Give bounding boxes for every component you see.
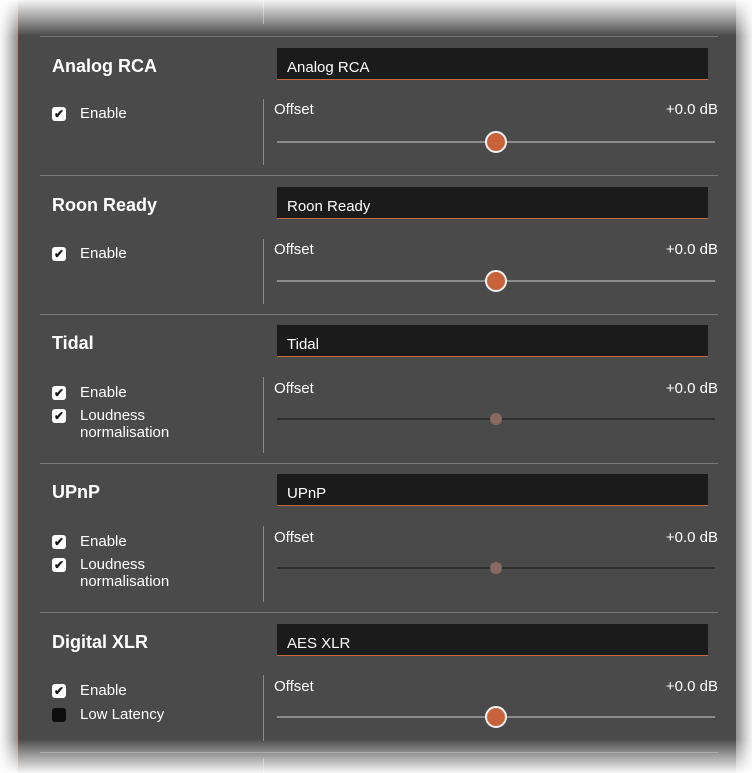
column-separator xyxy=(263,675,264,741)
section-title: UPnP xyxy=(52,482,101,502)
checkbox-label: Enable xyxy=(80,245,127,262)
offset-label: Offset xyxy=(274,101,314,118)
checkbox-label: Enable xyxy=(80,384,127,401)
name-input[interactable] xyxy=(277,474,708,506)
checkbox-label: Loudness normalisation xyxy=(80,556,170,590)
column-separator xyxy=(263,99,264,165)
column-separator xyxy=(263,758,264,773)
checkbox-checked-icon[interactable]: ✔ xyxy=(52,684,66,698)
column-separator xyxy=(263,0,264,24)
section-title: Tidal xyxy=(52,333,94,353)
offset-slider-thumb[interactable] xyxy=(485,706,507,728)
name-input[interactable] xyxy=(277,624,708,656)
offset-label: Offset xyxy=(274,529,314,546)
offset-label: Offset xyxy=(274,380,314,397)
section-divider xyxy=(40,463,718,464)
section-divider xyxy=(40,314,718,315)
checkbox-label: Low Latency xyxy=(80,706,165,723)
column-separator xyxy=(263,526,264,602)
column-separator xyxy=(263,239,264,304)
checkbox-label: Loudness normalisation xyxy=(80,407,170,441)
section-divider xyxy=(40,36,718,37)
name-input[interactable] xyxy=(277,187,708,219)
checkbox-label: Enable xyxy=(80,105,127,122)
checkbox-checked-icon[interactable]: ✔ xyxy=(52,409,66,423)
section-divider xyxy=(40,175,718,176)
checkbox-label: Enable xyxy=(80,682,127,699)
offset-label: Offset xyxy=(274,678,314,695)
checkbox-checked-icon[interactable]: ✔ xyxy=(52,247,66,261)
column-separator xyxy=(263,377,264,453)
name-input[interactable] xyxy=(277,325,708,357)
section-divider xyxy=(40,752,718,753)
section-title: Analog RCA xyxy=(52,56,157,76)
section-title: Digital XLR xyxy=(52,632,149,652)
offset-slider-thumb xyxy=(490,413,502,425)
section-divider xyxy=(40,612,718,613)
offset-label: Offset xyxy=(274,241,314,258)
offset-value: +0.0 dB xyxy=(665,678,718,695)
checkbox-checked-icon[interactable]: ✔ xyxy=(52,386,66,400)
checkbox-unchecked-icon[interactable] xyxy=(52,708,66,722)
offset-slider-thumb[interactable] xyxy=(485,270,507,292)
settings-window: Analog RCA ✔ Enable Offset +0.0 dB Roon … xyxy=(0,0,752,773)
name-input[interactable] xyxy=(277,48,708,80)
section-title: Roon Ready xyxy=(52,195,158,215)
offset-value: +0.0 dB xyxy=(665,101,718,118)
checkbox-label: Enable xyxy=(80,533,127,550)
offset-value: +0.0 dB xyxy=(665,241,718,258)
offset-slider-thumb xyxy=(490,562,502,574)
checkbox-checked-icon[interactable]: ✔ xyxy=(52,558,66,572)
checkbox-checked-icon[interactable]: ✔ xyxy=(52,107,66,121)
offset-value: +0.0 dB xyxy=(665,529,718,546)
checkbox-checked-icon[interactable]: ✔ xyxy=(52,535,66,549)
offset-slider-thumb[interactable] xyxy=(485,131,507,153)
offset-value: +0.0 dB xyxy=(665,380,718,397)
